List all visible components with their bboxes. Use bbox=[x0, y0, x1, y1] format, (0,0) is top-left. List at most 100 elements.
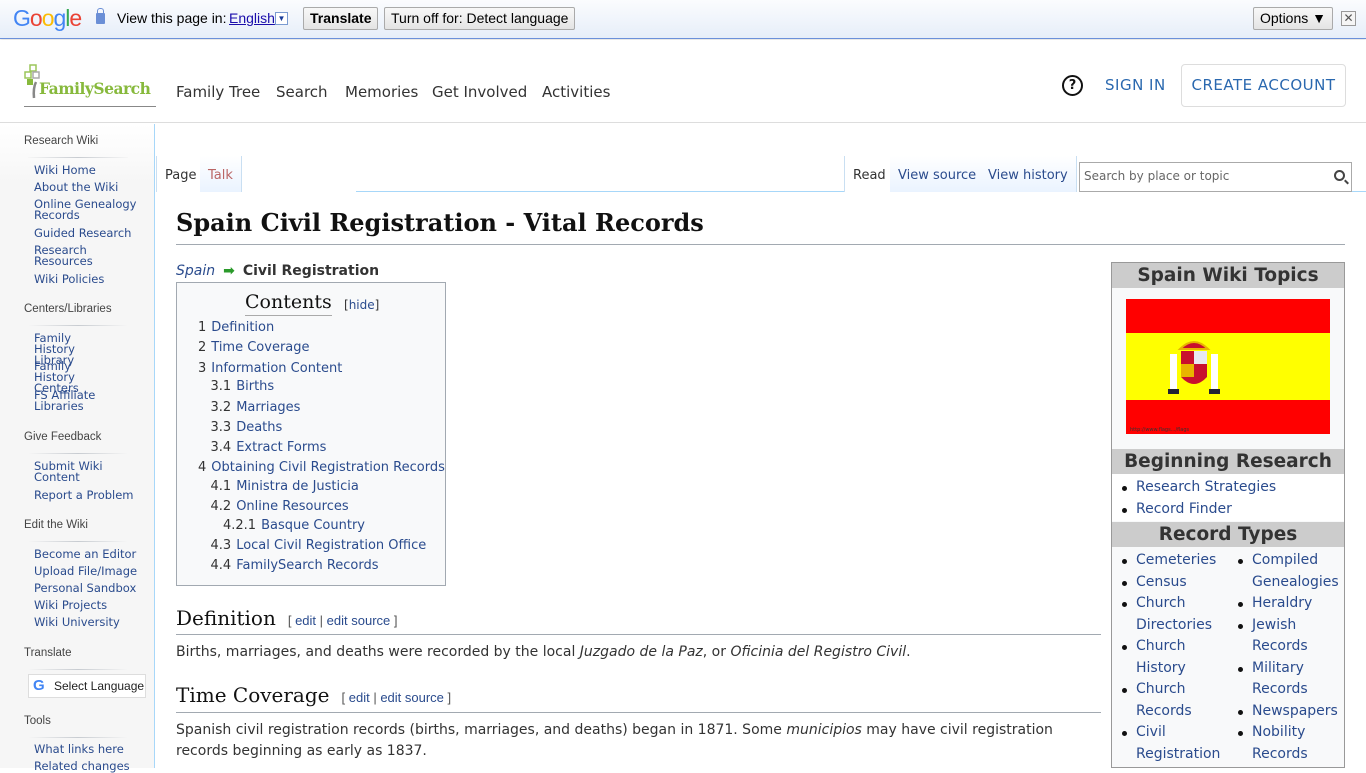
toc-hide-link[interactable]: hide bbox=[349, 298, 375, 312]
heading-text: Definition bbox=[176, 606, 276, 630]
toc-link[interactable]: Local Civil Registration Office bbox=[236, 538, 426, 553]
toc-link[interactable]: Deaths bbox=[236, 420, 282, 435]
familysearch-logo[interactable]: FamilySearch bbox=[24, 64, 156, 107]
toc-item[interactable]: 4.2 Online Resources bbox=[211, 499, 349, 514]
toc-item[interactable]: 1 Definition bbox=[198, 320, 274, 335]
sidebar-item-submit-wiki-content[interactable]: Submit Wiki Content bbox=[34, 460, 109, 483]
nav-activities[interactable]: Activities bbox=[542, 83, 610, 101]
close-icon[interactable]: ✕ bbox=[1341, 11, 1356, 26]
toc-item[interactable]: 3.1 Births bbox=[211, 379, 275, 394]
record-type-item[interactable]: Compiled Genealogies bbox=[1228, 550, 1344, 593]
toc-link[interactable]: Marriages bbox=[236, 400, 300, 415]
toc-link[interactable]: Extract Forms bbox=[236, 440, 326, 455]
tab-view-history[interactable]: View history bbox=[980, 156, 1077, 192]
turn-off-button[interactable]: Turn off for: Detect language bbox=[384, 7, 576, 30]
sidebar-item-upload-file[interactable]: Upload File/Image bbox=[34, 565, 144, 577]
sidebar-item-research-resources[interactable]: Research Resources bbox=[34, 244, 114, 267]
sidebar-item-wiki-projects[interactable]: Wiki Projects bbox=[34, 599, 144, 611]
edit-link[interactable]: edit bbox=[349, 690, 370, 705]
sidebar-item-personal-sandbox[interactable]: Personal Sandbox bbox=[34, 582, 144, 594]
tab-read[interactable]: Read bbox=[844, 156, 895, 192]
nav-memories[interactable]: Memories bbox=[345, 83, 418, 101]
nav-search[interactable]: Search bbox=[276, 83, 328, 101]
divider bbox=[28, 325, 128, 326]
sidebar-item-become-editor[interactable]: Become an Editor bbox=[34, 548, 144, 560]
list-item[interactable]: Research Strategies bbox=[1112, 477, 1276, 499]
language-dropdown-icon[interactable]: ▼ bbox=[275, 12, 288, 25]
sidebar-item-online-genealogy-records[interactable]: Online Genealogy Records bbox=[34, 198, 144, 221]
toc-link[interactable]: FamilySearch Records bbox=[236, 558, 378, 573]
help-icon[interactable]: ? bbox=[1062, 75, 1083, 96]
breadcrumb-current: Civil Registration bbox=[242, 263, 380, 279]
toc-number: 3.2 bbox=[210, 400, 232, 415]
toc-item[interactable]: 3.4 Extract Forms bbox=[211, 440, 327, 455]
toc-item[interactable]: 4.2.1 Basque Country bbox=[223, 518, 365, 533]
record-type-item[interactable]: Nobility Records bbox=[1228, 722, 1344, 765]
sidebar-heading-edit-wiki: Edit the Wiki bbox=[24, 519, 88, 531]
sign-in-link[interactable]: SIGN IN bbox=[1105, 76, 1166, 94]
options-button[interactable]: Options ▼ bbox=[1253, 7, 1333, 30]
record-types-list-col2: Compiled Genealogies Heraldry Jewish Recor… bbox=[1228, 550, 1344, 765]
sidebar-item-wiki-university[interactable]: Wiki University bbox=[34, 616, 144, 628]
toc-link[interactable]: Time Coverage bbox=[211, 340, 309, 355]
record-type-item[interactable]: Church History bbox=[1112, 636, 1230, 679]
tab-talk[interactable]: Talk bbox=[200, 156, 242, 192]
record-type-item[interactable]: Jewish Records bbox=[1228, 615, 1344, 658]
record-type-item[interactable]: Military Records bbox=[1228, 658, 1344, 701]
toc-link[interactable]: Births bbox=[236, 379, 274, 394]
edit-source-link[interactable]: edit source bbox=[380, 690, 444, 705]
search-icon[interactable] bbox=[1334, 170, 1345, 181]
infobox-title: Spain Wiki Topics bbox=[1112, 263, 1344, 288]
toc-link[interactable]: Obtaining Civil Registration Records bbox=[211, 460, 445, 475]
toc-item[interactable]: 4.1 Ministra de Justicia bbox=[211, 479, 359, 494]
toc-link[interactable]: Information Content bbox=[211, 361, 342, 376]
record-type-item[interactable]: Church Directories bbox=[1112, 593, 1230, 636]
select-language-dropdown[interactable]: G Select Language bbox=[28, 674, 146, 698]
toc-link[interactable]: Definition bbox=[211, 320, 274, 335]
edit-link[interactable]: edit bbox=[295, 613, 316, 628]
toc-item[interactable]: 4.4 FamilySearch Records bbox=[211, 558, 379, 573]
language-link[interactable]: English bbox=[229, 10, 275, 26]
record-type-item[interactable]: Civil Registration bbox=[1112, 722, 1230, 765]
toc-number: 3.4 bbox=[210, 440, 232, 455]
nav-get-involved[interactable]: Get Involved bbox=[432, 83, 527, 101]
record-type-item[interactable]: Church Records bbox=[1112, 679, 1230, 722]
sidebar-item-about-wiki[interactable]: About the Wiki bbox=[34, 181, 144, 193]
sidebar-item-fs-affiliate-libraries[interactable]: FS Affiliate Libraries bbox=[34, 389, 104, 412]
sidebar-item-related-changes[interactable]: Related changes bbox=[34, 760, 144, 772]
tab-page[interactable]: Page bbox=[156, 156, 206, 192]
sidebar-heading-tools: Tools bbox=[24, 715, 51, 727]
edit-source-link[interactable]: edit source bbox=[327, 613, 391, 628]
record-type-item[interactable]: Census bbox=[1112, 572, 1230, 594]
sidebar-heading-research-wiki: Research Wiki bbox=[24, 135, 99, 147]
breadcrumb-spain[interactable]: Spain bbox=[176, 263, 215, 279]
spain-flag[interactable]: http://www.flags.../flags bbox=[1126, 299, 1330, 434]
sidebar-item-report-problem[interactable]: Report a Problem bbox=[34, 489, 144, 501]
toc-link[interactable]: Basque Country bbox=[261, 518, 365, 533]
list-item[interactable]: Record Finder bbox=[1112, 499, 1276, 521]
sidebar-item-guided-research[interactable]: Guided Research bbox=[34, 227, 144, 239]
sidebar-item-what-links-here[interactable]: What links here bbox=[34, 743, 144, 755]
toc-item[interactable]: 4 Obtaining Civil Registration Records bbox=[198, 460, 445, 475]
toc-number: 3 bbox=[198, 361, 207, 376]
sidebar-item-wiki-home[interactable]: Wiki Home bbox=[34, 164, 144, 176]
sidebar-item-wiki-policies[interactable]: Wiki Policies bbox=[34, 273, 144, 285]
toc-item[interactable]: 4.3 Local Civil Registration Office bbox=[211, 538, 427, 553]
nav-family-tree[interactable]: Family Tree bbox=[176, 83, 260, 101]
toc-item[interactable]: 3 Information Content bbox=[198, 361, 342, 376]
toc-number: 4.3 bbox=[210, 538, 232, 553]
toc-item[interactable]: 3.3 Deaths bbox=[211, 420, 283, 435]
translate-button[interactable]: Translate bbox=[303, 7, 379, 30]
create-account-button[interactable]: CREATE ACCOUNT bbox=[1181, 64, 1346, 107]
record-type-item[interactable]: Newspapers bbox=[1228, 701, 1344, 723]
toc-item[interactable]: 2 Time Coverage bbox=[198, 340, 310, 355]
toc-item[interactable]: 3.2 Marriages bbox=[211, 400, 301, 415]
toc-number: 4.4 bbox=[210, 558, 232, 573]
toc-link[interactable]: Online Resources bbox=[236, 499, 348, 514]
record-type-item[interactable]: Cemeteries bbox=[1112, 550, 1230, 572]
toc-link[interactable]: Ministra de Justicia bbox=[236, 479, 359, 494]
tab-view-source[interactable]: View source bbox=[890, 156, 986, 192]
toc-number: 4.2.1 bbox=[223, 518, 257, 533]
record-type-item[interactable]: Heraldry bbox=[1228, 593, 1344, 615]
wiki-search-input[interactable]: Search by place or topic bbox=[1079, 162, 1352, 192]
